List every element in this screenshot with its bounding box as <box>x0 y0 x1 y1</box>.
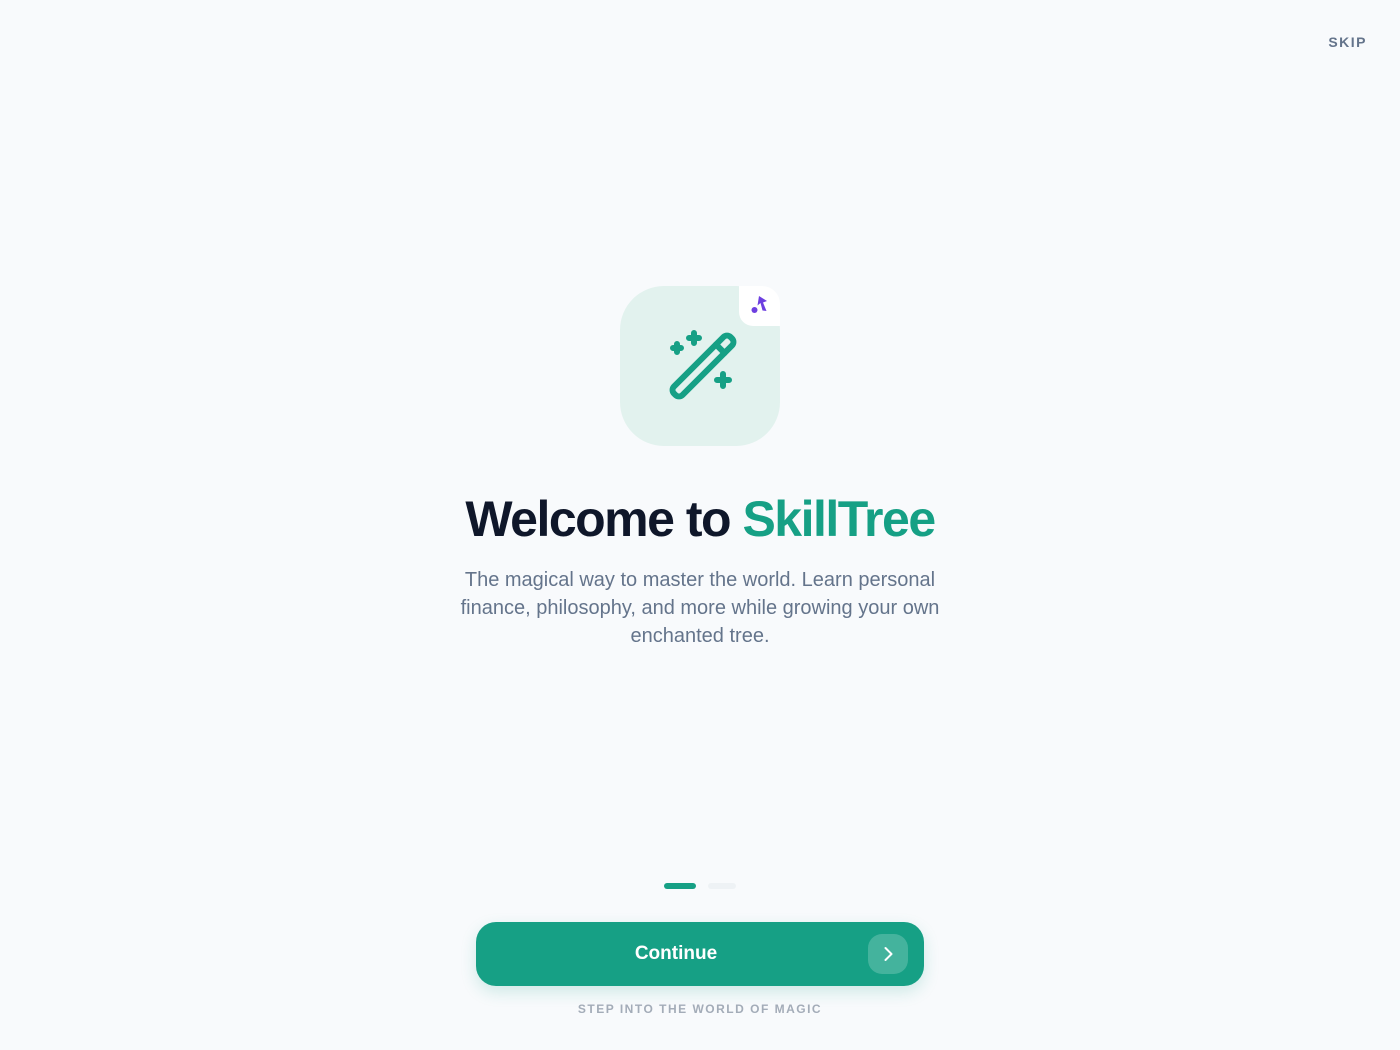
brand-name: SkillTree <box>742 491 936 547</box>
skip-button[interactable]: SKIP <box>1328 34 1367 50</box>
page-dot-inactive[interactable] <box>708 883 736 889</box>
sparkle-pin-icon <box>751 296 767 313</box>
continue-label: Continue <box>634 943 718 964</box>
pagination-dots <box>664 883 744 890</box>
onboarding-screen: SKIP Welcome to SkillTree The magical wa… <box>0 0 1400 1050</box>
magic-wand-icon <box>669 330 737 400</box>
page-subtitle: The magical way to master the world. Lea… <box>460 569 940 647</box>
page-dot-active[interactable] <box>664 883 696 889</box>
chevron-right-icon <box>884 947 893 961</box>
tagline: STEP INTO THE WORLD OF MAGIC <box>577 1002 823 1016</box>
continue-button[interactable]: Continue <box>476 922 924 986</box>
title-prefix: Welcome to <box>465 491 743 547</box>
page-title: Welcome to SkillTree <box>0 487 1400 551</box>
badge <box>739 286 780 326</box>
continue-arrow <box>868 934 908 974</box>
